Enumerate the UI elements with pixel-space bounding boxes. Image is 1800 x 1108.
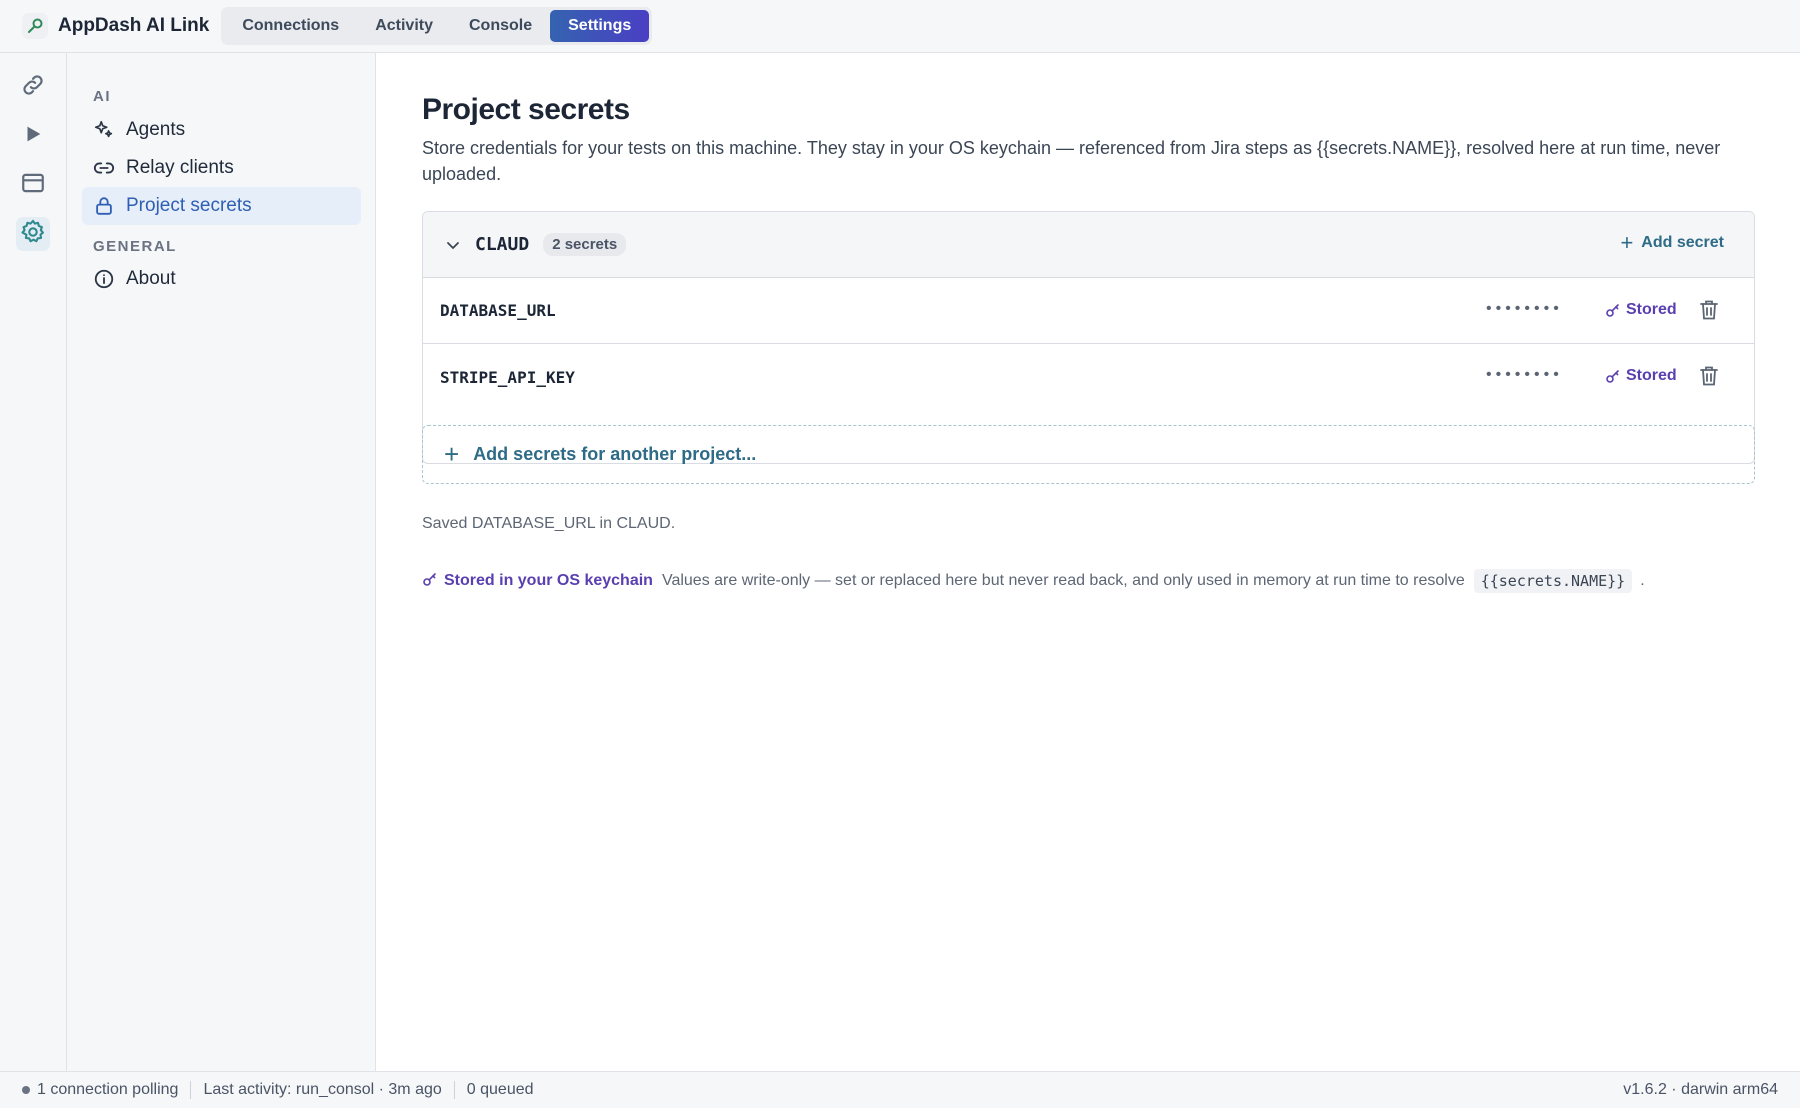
- project-header: CLAUD 2 secrets + Add secret: [423, 212, 1754, 278]
- nav-item-label: Agents: [126, 119, 186, 140]
- key-icon: [1605, 302, 1621, 318]
- add-secret-label: Add secret: [1641, 234, 1724, 251]
- page-description: Store credentials for your tests on this…: [422, 138, 1721, 184]
- rail-console-button[interactable]: [16, 168, 50, 202]
- lock-icon: [92, 194, 116, 218]
- keychain-note-title: Stored in your OS keychain: [444, 572, 653, 589]
- stored-label: Stored: [1626, 301, 1677, 318]
- window-icon: [20, 170, 46, 201]
- secret-row: DATABASE_URL •••••••• Stored: [423, 278, 1754, 344]
- divider: [453, 1081, 455, 1099]
- tab-settings[interactable]: Settings: [550, 10, 650, 42]
- icon-rail: [0, 53, 67, 1071]
- nav-item-about[interactable]: About: [82, 260, 361, 298]
- tab-activity[interactable]: Activity: [357, 10, 451, 42]
- plus-icon: +: [444, 439, 460, 469]
- nav-section-ai: AI: [93, 88, 111, 105]
- secret-row: STRIPE_API_KEY •••••••• Stored: [423, 344, 1754, 410]
- info-icon: [92, 267, 116, 291]
- page-title: Project secrets: [422, 93, 630, 126]
- link-icon: [20, 72, 46, 103]
- last-activity: Last activity: run_consol · 3m ago: [203, 1081, 442, 1098]
- secret-name: DATABASE_URL: [440, 301, 556, 320]
- saved-message: Saved DATABASE_URL in CLAUD.: [422, 515, 676, 532]
- key-icon: [1605, 368, 1621, 384]
- app-logo-icon: [22, 13, 48, 39]
- divider: [190, 1081, 192, 1099]
- nav-item-relay-clients[interactable]: Relay clients: [82, 149, 361, 187]
- queue-status: 0 queued: [466, 1081, 534, 1098]
- play-icon: [22, 123, 44, 150]
- settings-nav: AI Agents Relay clients Project secrets …: [67, 53, 376, 1071]
- tab-connections[interactable]: Connections: [224, 10, 357, 42]
- status-bar: 1 connection polling Last activity: run_…: [0, 1071, 1800, 1108]
- add-another-project-button[interactable]: + Add secrets for another project...: [422, 425, 1755, 484]
- nav-item-agents[interactable]: Agents: [82, 111, 361, 149]
- trash-icon[interactable]: [1697, 364, 1721, 388]
- nav-item-label: Project secrets: [126, 195, 252, 216]
- trash-icon[interactable]: [1697, 298, 1721, 322]
- stored-label: Stored: [1626, 367, 1677, 384]
- keychain-note-end: .: [1640, 572, 1645, 589]
- link-icon: [92, 156, 116, 180]
- gear-icon: [19, 218, 47, 251]
- rail-activity-button[interactable]: [16, 119, 50, 153]
- nav-item-label: Relay clients: [126, 157, 234, 178]
- brand: AppDash AI Link: [22, 13, 209, 39]
- rail-settings-button[interactable]: [16, 217, 50, 251]
- code-chip: {{secrets.NAME}}: [1473, 569, 1633, 593]
- secret-name: STRIPE_API_KEY: [440, 367, 575, 387]
- connection-status: 1 connection polling: [37, 1081, 179, 1098]
- chevron-down-icon[interactable]: [443, 235, 463, 255]
- nav-item-project-secrets[interactable]: Project secrets: [82, 187, 361, 225]
- nav-item-label: About: [126, 268, 176, 289]
- add-another-label: Add secrets for another project...: [473, 444, 757, 464]
- app-title: AppDash AI Link: [58, 15, 210, 36]
- main-tabs: Connections Activity Console Settings: [221, 7, 653, 45]
- stored-status: Stored: [1605, 367, 1677, 385]
- main-content: Project secrets Store credentials for yo…: [377, 53, 1800, 1071]
- masked-value: ••••••••: [1486, 300, 1563, 317]
- plus-icon: +: [1620, 230, 1634, 255]
- top-bar: AppDash AI Link Connections Activity Con…: [0, 0, 1800, 53]
- keychain-note: Stored in your OS keychain Values are wr…: [422, 569, 1645, 593]
- keychain-note-text: Values are write-only — set or replaced …: [661, 572, 1465, 589]
- status-dot-icon: [22, 1086, 30, 1094]
- tab-console[interactable]: Console: [451, 10, 550, 42]
- stored-status: Stored: [1605, 301, 1677, 319]
- secret-count-badge: 2 secrets: [543, 233, 627, 256]
- rail-connections-button[interactable]: [16, 70, 50, 104]
- masked-value: ••••••••: [1486, 366, 1563, 383]
- add-secret-button[interactable]: + Add secret: [1620, 230, 1724, 255]
- project-name: CLAUD: [475, 234, 530, 255]
- key-icon: [422, 571, 438, 592]
- version-info: v1.6.2 · darwin arm64: [1623, 1081, 1778, 1098]
- nav-section-general: GENERAL: [93, 238, 177, 255]
- sparkles-icon: [92, 118, 116, 142]
